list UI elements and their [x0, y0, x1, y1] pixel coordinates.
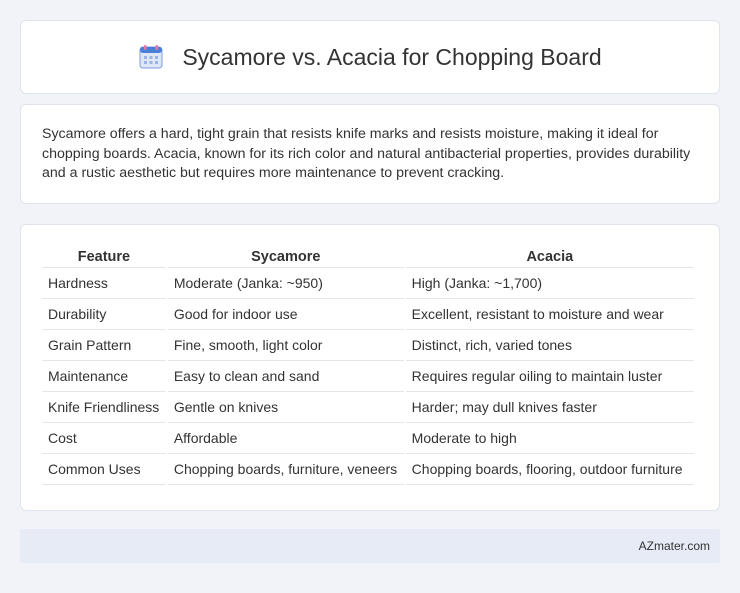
row-acacia: Distinct, rich, varied tones	[405, 330, 694, 361]
table-row: Grain Pattern Fine, smooth, light color …	[42, 330, 694, 361]
calendar-icon	[138, 44, 164, 70]
row-acacia: Harder; may dull knives faster	[405, 392, 694, 423]
table-row: Maintenance Easy to clean and sand Requi…	[42, 361, 694, 392]
column-header-acacia: Acacia	[405, 247, 694, 268]
table-header-row: Feature Sycamore Acacia	[42, 247, 694, 268]
row-acacia: Excellent, resistant to moisture and wea…	[405, 299, 694, 330]
row-acacia: Requires regular oiling to maintain lust…	[405, 361, 694, 392]
table-row: Common Uses Chopping boards, furniture, …	[42, 454, 694, 485]
comparison-table: Feature Sycamore Acacia Hardness Moderat…	[40, 247, 696, 485]
row-feature: Durability	[42, 299, 166, 330]
description-text: Sycamore offers a hard, tight grain that…	[42, 126, 691, 181]
row-feature: Common Uses	[42, 454, 166, 485]
row-sycamore: Good for indoor use	[167, 299, 404, 330]
row-feature: Maintenance	[42, 361, 166, 392]
row-feature: Hardness	[42, 268, 166, 299]
footer: AZmater.com	[20, 529, 720, 563]
description-card: Sycamore offers a hard, tight grain that…	[20, 104, 720, 204]
column-header-feature: Feature	[42, 247, 166, 268]
row-acacia: High (Janka: ~1,700)	[405, 268, 694, 299]
row-sycamore: Fine, smooth, light color	[167, 330, 404, 361]
row-sycamore: Affordable	[167, 423, 404, 454]
row-feature: Grain Pattern	[42, 330, 166, 361]
row-acacia: Chopping boards, flooring, outdoor furni…	[405, 454, 694, 485]
row-sycamore: Gentle on knives	[167, 392, 404, 423]
row-sycamore: Moderate (Janka: ~950)	[167, 268, 404, 299]
footer-brand-link[interactable]: AZmater.com	[639, 539, 710, 553]
table-row: Cost Affordable Moderate to high	[42, 423, 694, 454]
title-card: Sycamore vs. Acacia for Chopping Board	[20, 20, 720, 94]
column-header-sycamore: Sycamore	[167, 247, 404, 268]
row-sycamore: Easy to clean and sand	[167, 361, 404, 392]
comparison-table-card: Feature Sycamore Acacia Hardness Moderat…	[20, 224, 720, 511]
row-feature: Knife Friendliness	[42, 392, 166, 423]
row-acacia: Moderate to high	[405, 423, 694, 454]
row-sycamore: Chopping boards, furniture, veneers	[167, 454, 404, 485]
page-title: Sycamore vs. Acacia for Chopping Board	[182, 43, 602, 70]
table-row: Durability Good for indoor use Excellent…	[42, 299, 694, 330]
table-row: Hardness Moderate (Janka: ~950) High (Ja…	[42, 268, 694, 299]
row-feature: Cost	[42, 423, 166, 454]
table-row: Knife Friendliness Gentle on knives Hard…	[42, 392, 694, 423]
